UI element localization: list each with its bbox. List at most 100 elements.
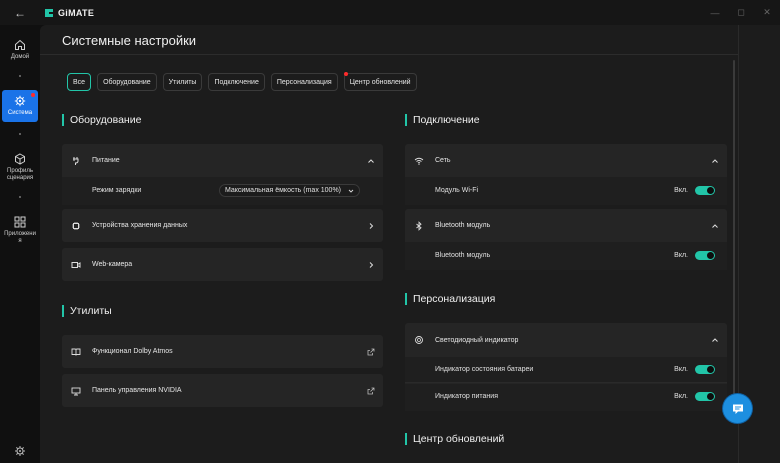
title-bar: ← GiMATE — ◻ ✕ <box>0 0 780 25</box>
filter-hardware[interactable]: Оборудование <box>97 73 157 91</box>
external-link-icon <box>367 348 375 355</box>
section-title-hardware: Оборудование <box>62 114 141 126</box>
card-dolby-header[interactable]: Функционал Dolby Atmos <box>62 335 383 368</box>
external-link-icon <box>367 387 375 394</box>
nav-label-system: Система <box>7 110 33 116</box>
nav-item-apps[interactable]: Приложения <box>2 210 38 250</box>
card-led: Светодиодный индикатор Индикатор состоян… <box>405 323 727 411</box>
bluetooth-toggle[interactable] <box>695 251 715 260</box>
chat-button[interactable] <box>723 394 752 423</box>
book-icon <box>71 348 81 356</box>
battery-indicator-toggle[interactable] <box>695 365 715 374</box>
led-icon <box>415 336 423 344</box>
bluetooth-module-label: Bluetooth модуль <box>435 252 491 259</box>
filter-utilities[interactable]: Утилиты <box>162 73 203 91</box>
chevron-up-icon <box>368 158 374 163</box>
page-header: Системные настройки <box>40 25 738 55</box>
wifi-row: Модуль Wi-Fi Вкл. <box>405 177 727 205</box>
nav-separator <box>19 196 21 198</box>
minimize-button[interactable]: — <box>702 0 728 25</box>
charge-mode-row: Режим зарядки Максимальная ёмкость (max … <box>62 177 383 205</box>
window-controls: — ◻ ✕ <box>702 0 780 25</box>
chevron-right-icon <box>369 261 374 268</box>
section-title-utilities: Утилиты <box>62 305 112 317</box>
back-arrow-icon: ← <box>14 5 26 20</box>
bluetooth-icon <box>416 220 422 231</box>
nav-item-system[interactable]: Система <box>2 90 38 122</box>
bluetooth-state: Вкл. <box>674 252 688 259</box>
page-title: Системные настройки <box>62 33 197 48</box>
card-nvidia[interactable]: Панель управления NVIDIA <box>62 374 383 407</box>
camera-icon <box>71 261 81 268</box>
charge-mode-value: Максимальная ёмкость (max 100%) <box>224 187 341 194</box>
filter-personalization[interactable]: Персонализация <box>270 73 338 91</box>
close-button[interactable]: ✕ <box>754 0 780 25</box>
chevron-up-icon <box>712 158 718 163</box>
card-power-header[interactable]: Питание <box>62 144 383 177</box>
nav-item-scenario-profile[interactable]: Профиль сценария <box>2 147 38 187</box>
filter-label: Оборудование <box>103 78 151 86</box>
section-title-personalization: Персонализация <box>405 293 495 305</box>
chat-icon <box>732 404 743 414</box>
chip-icon <box>72 221 80 230</box>
card-led-header[interactable]: Светодиодный индикатор <box>405 323 727 357</box>
card-webcam-header[interactable]: Web-камера <box>62 248 383 281</box>
power-plug-icon <box>73 156 79 165</box>
settings-icon[interactable] <box>14 445 26 457</box>
filter-connection[interactable]: Подключение <box>208 73 265 91</box>
led-label: Светодиодный индикатор <box>435 336 519 344</box>
power-label: Питание <box>92 157 120 164</box>
dolby-label: Функционал Dolby Atmos <box>92 348 173 355</box>
card-dolby[interactable]: Функционал Dolby Atmos <box>62 335 383 368</box>
home-icon <box>15 39 25 50</box>
maximize-button[interactable]: ◻ <box>728 0 754 25</box>
card-nvidia-header[interactable]: Панель управления NVIDIA <box>62 374 383 407</box>
wifi-state: Вкл. <box>674 187 688 194</box>
battery-indicator-row: Индикатор состояния батареи Вкл. <box>405 357 727 383</box>
charge-mode-label: Режим зарядки <box>92 187 142 194</box>
bluetooth-label: Bluetooth модуль <box>435 222 491 229</box>
filter-label: Все <box>73 78 86 86</box>
gear-icon <box>14 95 26 107</box>
power-indicator-label: Индикатор питания <box>435 393 498 400</box>
card-storage-header[interactable]: Устройства хранения данных <box>62 209 383 242</box>
card-network-header[interactable]: Сеть <box>405 144 727 177</box>
card-power: Питание Режим зарядки Максимальная ёмкос… <box>62 144 383 205</box>
filter-label: Персонализация <box>276 78 332 86</box>
main-panel: Системные настройки Все Оборудование Ути… <box>40 25 780 463</box>
battery-indicator-label: Индикатор состояния батареи <box>435 366 534 373</box>
section-title-connection: Подключение <box>405 114 480 126</box>
network-label: Сеть <box>435 157 451 164</box>
filter-label: Подключение <box>214 78 259 86</box>
monitor-icon <box>71 387 81 395</box>
nvidia-label: Панель управления NVIDIA <box>92 387 182 394</box>
brand-name: GiMATE <box>58 7 95 18</box>
card-bluetooth: Bluetooth модуль Bluetooth модуль Вкл. <box>405 209 727 270</box>
nav-item-home[interactable]: Домой <box>2 35 38 65</box>
nav-separator <box>19 75 21 77</box>
nav-separator <box>19 133 21 135</box>
card-bluetooth-header[interactable]: Bluetooth модуль <box>405 209 727 242</box>
gimate-logo-icon <box>45 8 53 17</box>
wifi-toggle[interactable] <box>695 186 715 195</box>
nav-label-home: Домой <box>10 54 30 60</box>
scrollbar[interactable] <box>733 60 735 405</box>
chevron-up-icon <box>712 338 718 342</box>
wifi-label: Модуль Wi-Fi <box>435 187 479 194</box>
back-button[interactable]: ← <box>0 0 40 25</box>
card-webcam[interactable]: Web-камера <box>62 248 383 281</box>
chevron-down-icon <box>348 189 354 193</box>
charge-mode-select[interactable]: Максимальная ёмкость (max 100%) <box>218 184 360 197</box>
apps-icon <box>14 216 26 227</box>
section-title-update-center: Центр обновлений <box>405 433 504 445</box>
card-storage[interactable]: Устройства хранения данных <box>62 209 383 242</box>
power-indicator-row: Индикатор питания Вкл. <box>405 384 727 411</box>
filter-all[interactable]: Все <box>67 73 92 91</box>
filter-update-center[interactable]: Центр обновлений <box>343 72 417 91</box>
filter-label: Утилиты <box>168 78 197 86</box>
cube-icon <box>15 152 25 165</box>
wifi-toggle-group: Вкл. <box>674 186 715 195</box>
notification-badge <box>31 93 35 97</box>
power-indicator-toggle[interactable] <box>695 392 715 401</box>
chevron-right-icon <box>369 222 374 229</box>
